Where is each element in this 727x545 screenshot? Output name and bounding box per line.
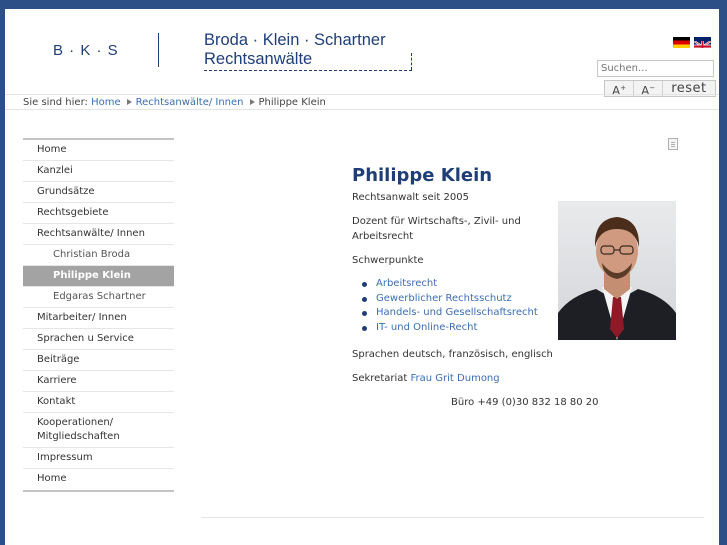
firm-names[interactable]: Broda · Klein · Schartner	[204, 31, 386, 50]
nav-item-home-bottom[interactable]: Home	[23, 469, 174, 490]
secretariat-line: Sekretariat Frau Grit Dumong	[352, 371, 500, 386]
focus-link-handelsrecht[interactable]: Handels- und Gesellschaftsrecht	[362, 307, 538, 322]
breadcrumb-arrow-icon	[126, 99, 132, 105]
german-flag-icon[interactable]	[673, 37, 690, 48]
nav-item-beitraege[interactable]: Beiträge	[23, 350, 174, 371]
nav-item-kontakt[interactable]: Kontakt	[23, 392, 174, 413]
secretariat-label: Sekretariat	[352, 373, 408, 384]
search-input[interactable]	[597, 60, 714, 77]
nav-item-impressum[interactable]: Impressum	[23, 448, 174, 469]
nav-item-grundsaetze[interactable]: Grundsätze	[23, 182, 174, 203]
breadcrumb-prefix: Sie sind hier:	[23, 97, 88, 108]
nav-item-kanzlei[interactable]: Kanzlei	[23, 161, 174, 182]
logo-dashed-rule	[204, 70, 412, 71]
nav-subitem-philippe-klein[interactable]: Philippe Klein	[23, 266, 174, 287]
nav-subitem-christian-broda[interactable]: Christian Broda	[23, 245, 174, 266]
content-bottom-rule	[201, 517, 704, 518]
english-flag-icon[interactable]	[694, 37, 711, 48]
lecturer-text: Dozent für Wirtschafts-, Zivil- und Arbe…	[352, 216, 521, 242]
logo-dashed-rule-vertical	[411, 53, 412, 70]
sidebar-nav: Home Kanzlei Grundsätze Rechtsgebiete Re…	[23, 138, 174, 492]
nav-item-kooperationen[interactable]: Kooperationen/ Mitgliedschaften	[23, 413, 174, 448]
focus-link-rechtsschutz[interactable]: Gewerblicher Rechtsschutz	[362, 293, 538, 308]
breadcrumb-current: Philippe Klein	[258, 97, 326, 108]
nav-item-rechtsanwaelte[interactable]: Rechtsanwälte/ Innen	[23, 224, 174, 245]
focus-link-arbeitsrecht[interactable]: Arbeitsrecht	[362, 278, 538, 293]
portrait-photo	[558, 201, 676, 340]
focus-link-it-recht[interactable]: IT- und Online-Recht	[362, 322, 538, 337]
page: B · K · S Broda · Klein · Schartner Rech…	[5, 9, 719, 545]
logo-divider	[158, 33, 159, 67]
breadcrumb-lawyers-link[interactable]: Rechtsanwälte/ Innen	[136, 97, 244, 108]
nav-item-sprachen[interactable]: Sprachen u Service	[23, 329, 174, 350]
breadcrumb-home-link[interactable]: Home	[91, 97, 121, 108]
focus-heading: Schwerpunkte	[352, 255, 424, 266]
office-phone-text: Büro +49 (0)30 832 18 80 20	[451, 397, 599, 408]
breadcrumb-arrow-icon	[249, 99, 255, 105]
nav-item-karriere[interactable]: Karriere	[23, 371, 174, 392]
lawyer-since-text: Rechtsanwalt seit 2005	[352, 192, 469, 203]
languages-text: Sprachen deutsch, französisch, englisch	[352, 349, 553, 360]
secretariat-link[interactable]: Frau Grit Dumong	[411, 373, 500, 384]
print-icon[interactable]	[668, 138, 678, 150]
breadcrumb: Sie sind hier: Home Rechtsanwälte/ Innen P…	[5, 94, 719, 110]
page-title: Philippe Klein	[352, 165, 493, 186]
nav-item-home[interactable]: Home	[23, 140, 174, 161]
firm-subtitle[interactable]: Rechtsanwälte	[204, 50, 312, 69]
nav-subitem-edgaras-schartner[interactable]: Edgaras Schartner	[23, 287, 174, 308]
nav-item-mitarbeiter[interactable]: Mitarbeiter/ Innen	[23, 308, 174, 329]
logo-initials[interactable]: B · K · S	[53, 42, 119, 59]
focus-list: Arbeitsrecht Gewerblicher Rechtsschutz H…	[362, 278, 538, 336]
nav-item-rechtsgebiete[interactable]: Rechtsgebiete	[23, 203, 174, 224]
